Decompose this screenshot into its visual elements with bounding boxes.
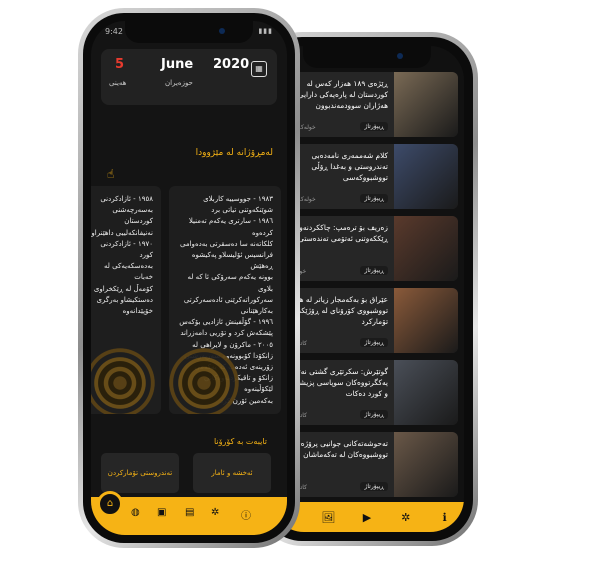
news-thumbnail [394, 72, 458, 137]
news-thumbnail [394, 432, 458, 497]
status-time: 9:42 [105, 27, 123, 36]
news-thumbnail [394, 144, 458, 209]
news-item[interactable]: ڕێژەی ١٨٩ هەزار کەس لە کوردستان لە پارەی… [276, 72, 458, 137]
camera [397, 53, 403, 59]
news-thumbnail [394, 216, 458, 281]
category-button[interactable]: تەندروستی تۆمارکردن [101, 453, 179, 493]
video-icon[interactable]: ▶ [358, 511, 376, 524]
news-category: ڕیپۆرتاژ [360, 482, 388, 491]
news-item[interactable]: زەریف بۆ ترەمپ: چاککردنەوەی ڕێککەوتنی ئە… [276, 216, 458, 281]
year: 2020 [213, 57, 250, 72]
news-category: ڕیپۆرتاژ [360, 338, 388, 347]
news-category: ڕیپۆرتاژ [360, 266, 388, 275]
news-item[interactable]: گوتێرش: سکرتێری گشتی نەتەوە یەکگرتووەکان… [276, 360, 458, 425]
history-card[interactable]: ١٩٥٨ - ئازادکردنی بەسەرچەشنی کوردستان نە… [91, 186, 161, 414]
front-phone-notch [125, 21, 253, 43]
globe-icon[interactable]: ◍ [131, 507, 140, 518]
back-phone-notch [303, 46, 431, 68]
news-thumbnail [394, 360, 458, 425]
image-icon[interactable]: 🖼 [319, 511, 337, 524]
corona-section-title: تایبەت بە کۆرۆنا [213, 437, 267, 446]
day-name: هەینی [109, 79, 127, 87]
star-icon[interactable]: ✲ [211, 507, 219, 518]
front-phone-screen: 9:42 ▮▮▮ 5 هەینی June حوزەیران 2020 ▦ لە… [91, 21, 287, 535]
history-section-title: لەمڕۆژانە لە مێژوودا [195, 148, 273, 158]
info-icon[interactable]: ℹ [436, 511, 454, 524]
star-icon[interactable]: ✲ [397, 511, 415, 524]
ornament-decoration [91, 338, 161, 414]
news-item[interactable]: تەحوشەتەکانی جوانیی پرۆژەی تووشبووەکان ل… [276, 432, 458, 497]
home-icon[interactable]: ⌂ [97, 491, 123, 517]
date-card: 5 هەینی June حوزەیران 2020 ▦ [101, 49, 277, 105]
info-icon[interactable]: ⓘ [241, 507, 251, 522]
news-item[interactable]: کلام شەممەری نامەدەبی تەندروستی و بەغدا … [276, 144, 458, 209]
month-name-kurdish: حوزەیران [165, 79, 193, 87]
history-card-text: ١٩٥٨ - ئازادکردنی بەسەرچەشنی کوردستان نە… [91, 195, 153, 316]
gallery-icon[interactable]: ▣ [157, 507, 166, 518]
camera [219, 28, 225, 34]
front-bottom-nav: ⌂ ◍ ▣ ▤ ✲ ⓘ [91, 491, 287, 535]
video-icon[interactable]: ▤ [185, 507, 194, 518]
history-card[interactable]: ١٩٨٣ - جووسییە کاربلای شوێنکەوتنی تیاتی … [169, 186, 281, 414]
news-category: ڕیپۆرتاژ [360, 410, 388, 419]
month-name: June [161, 57, 194, 72]
news-category: ڕیپۆرتاژ [360, 122, 388, 131]
news-thumbnail [394, 288, 458, 353]
news-item[interactable]: عێراق بۆ بەکەمجار زیاتر لە هەزار تووشبوو… [276, 288, 458, 353]
category-button[interactable]: ئەخشە و ئامار [193, 453, 271, 493]
signal-icon: ▮▮▮ [258, 27, 273, 35]
day-number: 5 [115, 57, 125, 72]
calendar-icon[interactable]: ▦ [251, 61, 267, 77]
swipe-hand-icon: ☝ [107, 167, 115, 181]
front-phone: 9:42 ▮▮▮ 5 هەینی June حوزەیران 2020 ▦ لە… [78, 8, 300, 548]
news-category: ڕیپۆرتاژ [360, 194, 388, 203]
